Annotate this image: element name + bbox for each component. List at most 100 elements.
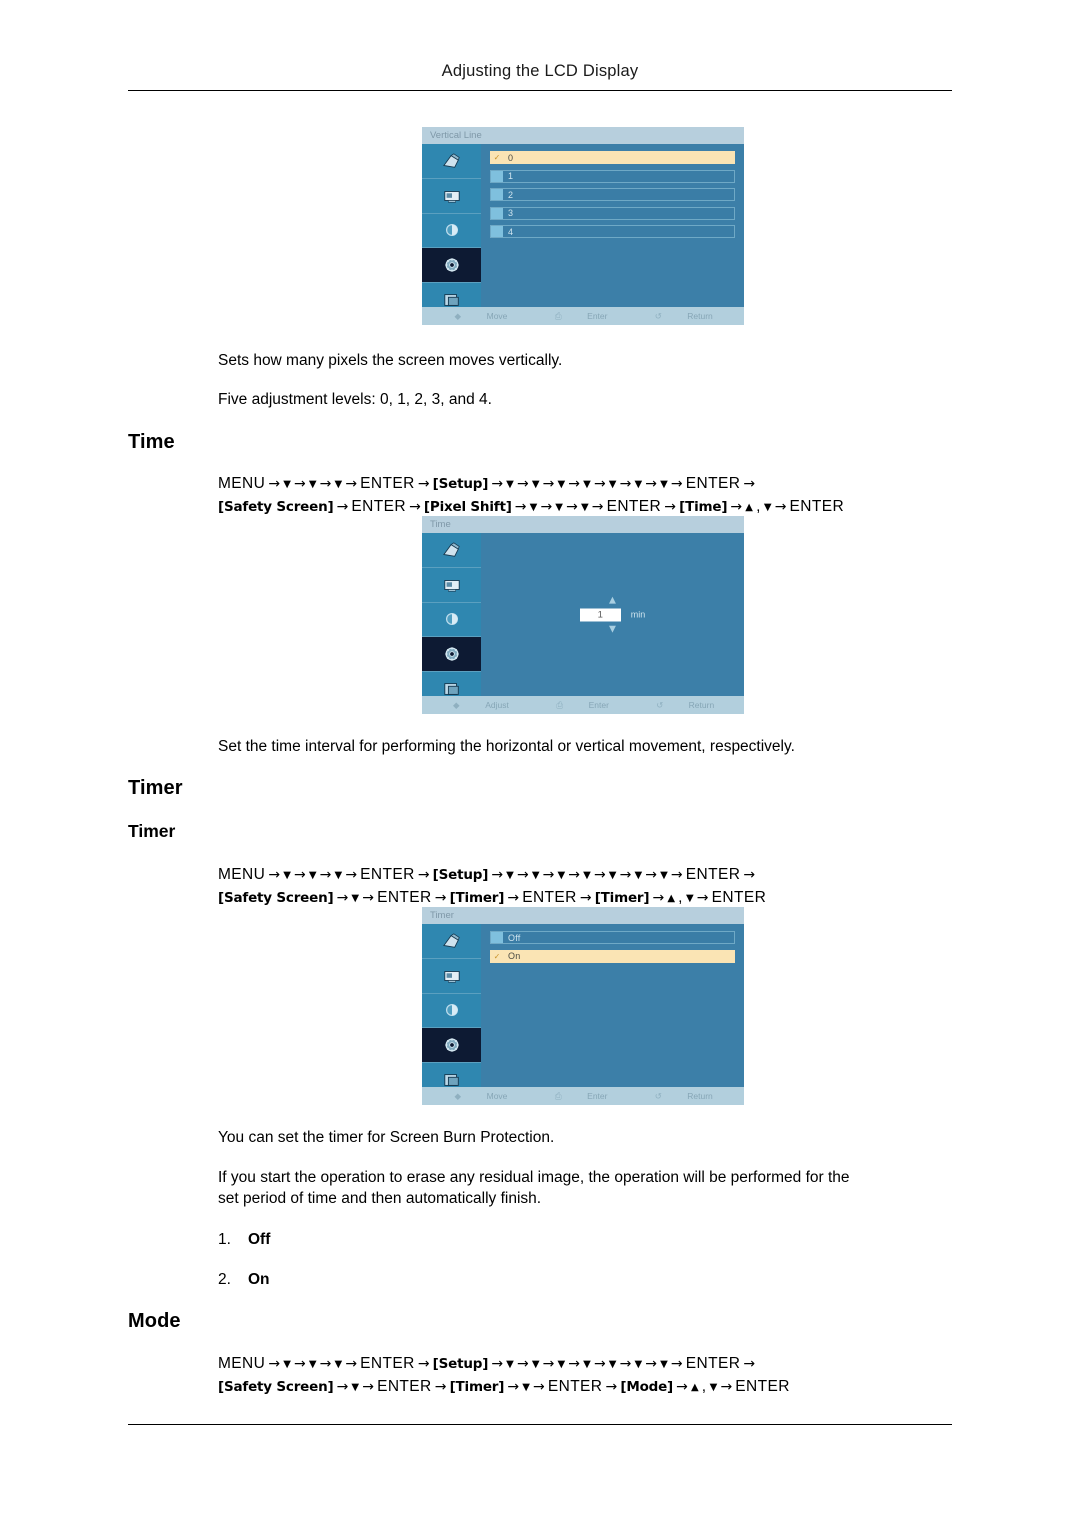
nav-token-arw: →	[605, 1379, 618, 1395]
sidebar-item-screen[interactable]	[422, 178, 481, 214]
nav-token-dn: ▼	[283, 479, 291, 490]
osd-footer-return: ↺ Return	[643, 311, 724, 321]
nav-token-arw: →	[336, 890, 349, 906]
nav-token-arw: →	[491, 1356, 504, 1372]
updown-icon: ◆	[454, 311, 461, 321]
nav-token-arw: →	[743, 867, 756, 883]
osd-footer-return: ↺ Return	[643, 1091, 724, 1101]
nav-token-dn: ▼	[608, 1359, 617, 1370]
osd-sidebar	[422, 533, 481, 707]
osd-option-row[interactable]: ✓ 0	[490, 151, 735, 164]
nav-token-arw: →	[645, 476, 657, 492]
nav-token-dn: ▼	[334, 479, 343, 490]
sidebar-item-sound[interactable]	[422, 213, 481, 249]
osd-option-row[interactable]: Off	[490, 931, 735, 944]
nav-token-dn: ▼	[608, 479, 617, 490]
nav-token-dn: ▼	[583, 870, 591, 881]
screen-icon	[443, 190, 460, 203]
nav-token-tok: [Safety Screen]	[218, 1379, 334, 1395]
nav-token-kw: ENTER	[522, 889, 577, 906]
nav-token-arw: →	[417, 867, 430, 883]
nav-token-arw: →	[774, 499, 787, 515]
nav-token-arw: →	[593, 1356, 606, 1372]
osd-title-timer: Timer	[422, 907, 744, 924]
sidebar-item-screen[interactable]	[422, 567, 481, 603]
nav-token-kw: ENTER	[606, 498, 662, 515]
osd-option-row[interactable]: 3	[490, 206, 735, 220]
osd-sidebar	[422, 924, 481, 1098]
nav-token-arw: →	[670, 867, 683, 883]
nav-token-arw: →	[670, 1356, 683, 1372]
nav-token-arw: →	[319, 867, 332, 883]
time-value[interactable]: 1	[579, 608, 621, 621]
nav-token-arw: →	[619, 867, 632, 883]
nav-token-arw: →	[345, 476, 358, 492]
nav-token-dn: ▼	[531, 870, 540, 881]
sidebar-item-setup[interactable]	[422, 1028, 481, 1064]
nav-token-arw: →	[542, 1356, 555, 1372]
nav-token-arw: →	[319, 476, 332, 492]
nav-token-kw: MENU	[218, 1355, 266, 1372]
nav-token-dn: ▼	[557, 1359, 566, 1370]
osd-option-row[interactable]: 4	[490, 225, 735, 238]
nav-token-arw: →	[268, 867, 281, 883]
osd-option-row[interactable]: 1	[490, 169, 735, 183]
nav-token-arw: →	[345, 1356, 358, 1372]
nav-token-dn: ▼	[351, 1382, 360, 1393]
sidebar-item-sound[interactable]	[422, 993, 481, 1029]
nav-token-arw: →	[670, 476, 683, 492]
osd-title-vertical-line: Vertical Line	[422, 127, 744, 144]
nav-token-up: ▲	[690, 1382, 699, 1393]
nav-token-arw: →	[491, 476, 504, 492]
nav-token-arw: →	[676, 1379, 688, 1395]
osd-option-row[interactable]: ✓ On	[490, 949, 735, 963]
sidebar-item-picture[interactable]	[422, 533, 481, 568]
nav-token-tok: [Timer]	[594, 890, 650, 906]
nav-token-arw: →	[434, 1379, 447, 1395]
enter-icon: ⎙	[556, 700, 564, 710]
nav-token-arw: →	[619, 476, 632, 492]
nav-token-dn: ▼	[351, 893, 360, 904]
nav-token-dn: ▼	[334, 870, 343, 881]
nav-token-dn: ▼	[583, 479, 591, 490]
screen-icon	[443, 970, 460, 983]
picture-icon	[442, 933, 460, 948]
nav-token-arw: →	[319, 1356, 332, 1372]
check-icon: ✓	[493, 153, 501, 162]
sidebar-item-screen[interactable]	[422, 958, 481, 994]
vertical-line-paragraph-1: Sets how many pixels the screen moves ve…	[218, 352, 563, 369]
osd-option-row[interactable]: 2	[490, 188, 735, 201]
updown-icon: ◆	[453, 700, 460, 710]
sidebar-item-setup[interactable]	[422, 248, 481, 284]
osd-footer-return: ↺ Return	[644, 700, 725, 710]
mode-path-line-2: [Safety Screen] → ▼ → ENTER → [Timer] → …	[218, 1375, 793, 1400]
nav-token-up: ▲	[745, 502, 753, 513]
nav-token-tok: [Mode]	[620, 1379, 674, 1395]
sidebar-item-picture[interactable]	[422, 144, 481, 179]
sidebar-item-sound[interactable]	[422, 602, 481, 638]
nav-token-kw: ,	[701, 1378, 707, 1395]
nav-token-tok: [Safety Screen]	[218, 890, 334, 906]
nav-token-arw: →	[294, 867, 306, 883]
list-item-number: 1.	[218, 1231, 231, 1248]
updown-icon: ◆	[454, 1091, 461, 1101]
nav-token-dn: ▼	[308, 479, 317, 490]
spinner-down-arrow-icon[interactable]: ▼	[553, 624, 673, 634]
spinner-up-arrow-icon[interactable]: ▲	[553, 595, 673, 605]
nav-token-dn: ▼	[506, 1359, 514, 1370]
sidebar-item-picture[interactable]	[422, 924, 481, 959]
nav-token-arw: →	[294, 476, 306, 492]
nav-token-arw: →	[417, 1356, 430, 1372]
timer-paragraph-2-line-1: If you start the operation to erase any …	[218, 1169, 850, 1186]
nav-token-arw: →	[664, 499, 676, 515]
list-item: 2. On	[218, 1269, 270, 1290]
nav-token-tok: [Safety Screen]	[218, 499, 334, 515]
nav-token-up: ▲	[667, 893, 676, 904]
nav-token-kw: MENU	[218, 475, 266, 492]
sidebar-item-setup[interactable]	[422, 637, 481, 673]
nav-token-arw: →	[268, 476, 281, 492]
list-item: 1. Off	[218, 1229, 270, 1250]
osd-footer-enter: ⎙ Enter	[543, 1091, 619, 1101]
nav-token-dn: ▼	[283, 870, 291, 881]
time-spinner[interactable]: ▲ 1 min ▼	[553, 595, 673, 634]
